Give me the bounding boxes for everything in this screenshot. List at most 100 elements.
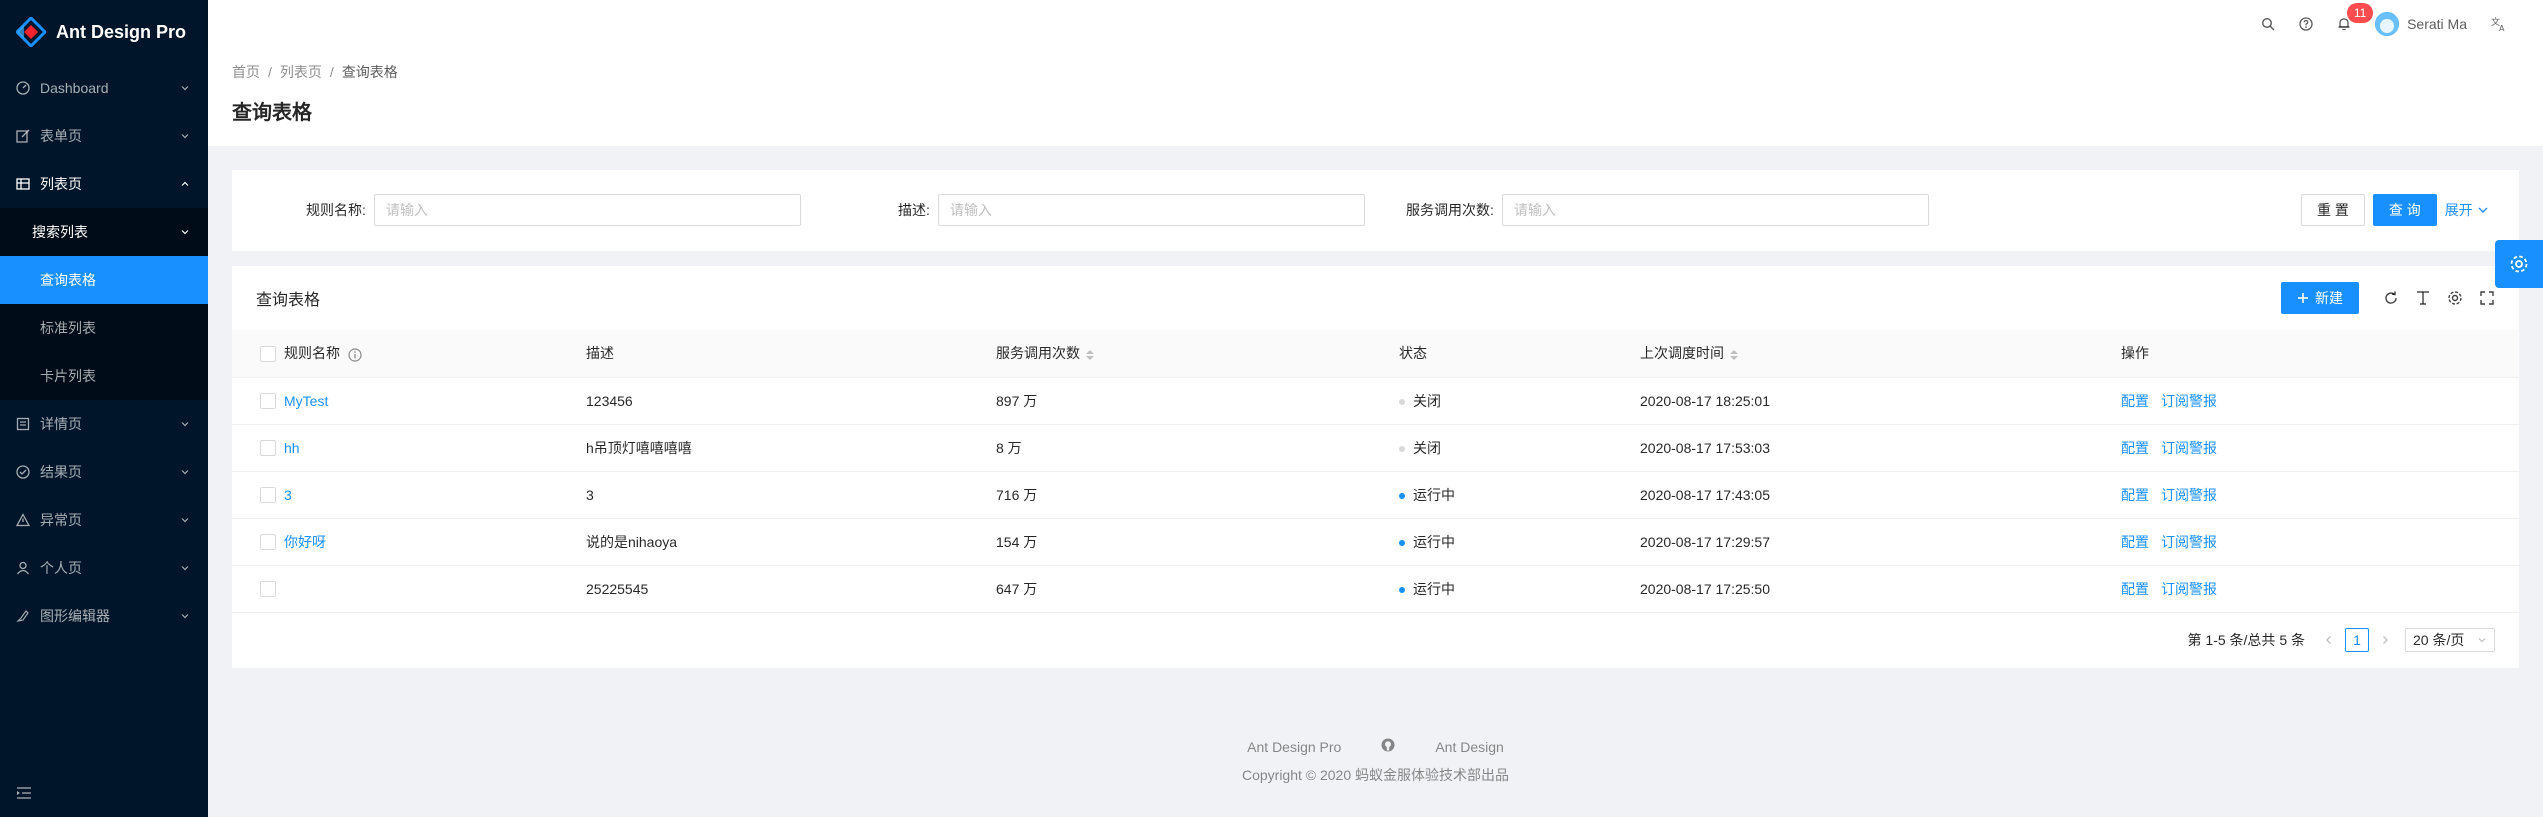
form-item-rule-name: 规则名称:	[306, 194, 801, 226]
footer-link-antd[interactable]: Ant Design	[1435, 739, 1503, 755]
page-size-select[interactable]: 20 条/页	[2405, 628, 2495, 652]
setting-icon[interactable]	[2447, 290, 2463, 306]
form-item-desc: 描述:	[898, 194, 1365, 226]
reset-button[interactable]: 重 置	[2301, 194, 2365, 226]
page-item-1[interactable]: 1	[2345, 628, 2369, 652]
header-language-button[interactable]: 文A	[2479, 0, 2519, 48]
sidebar-item-result[interactable]: 结果页	[0, 448, 208, 496]
call-count: 154 万	[988, 518, 1391, 566]
sidebar-item-profile[interactable]: 详情页	[0, 400, 208, 448]
rule-name-link[interactable]: 你好呀	[284, 534, 326, 550]
sort-icon[interactable]	[1730, 349, 1738, 360]
header-notice-button[interactable]: 11	[2325, 0, 2374, 48]
chevron-down-icon	[181, 614, 189, 619]
question-circle-icon	[2299, 17, 2313, 31]
sidebar-item-account[interactable]: 个人页	[0, 544, 208, 592]
config-link[interactable]: 配置	[2121, 534, 2149, 550]
config-link[interactable]: 配置	[2121, 440, 2149, 456]
next-page-button[interactable]	[2373, 628, 2397, 652]
config-link[interactable]: 配置	[2121, 487, 2149, 503]
expand-toggle[interactable]: 展开	[2445, 200, 2489, 220]
status-text: 运行中	[1413, 486, 1455, 503]
breadcrumb-item-home[interactable]: 首页	[232, 62, 260, 82]
menu-fold-icon[interactable]	[16, 785, 32, 801]
table-row: hh h吊顶灯嘻嘻嘻嘻 8 万 关闭 2020-08-17 17:53:03 配…	[232, 424, 2519, 472]
subscribe-alert-link[interactable]: 订阅警报	[2161, 393, 2217, 409]
row-checkbox[interactable]	[260, 581, 276, 598]
desc-input[interactable]	[937, 194, 1365, 226]
select-all-checkbox[interactable]	[260, 345, 276, 362]
chevron-down-icon	[2478, 207, 2488, 213]
ant-design-logo-icon	[14, 15, 48, 49]
config-link[interactable]: 配置	[2121, 393, 2149, 409]
global-header: 11 Serati Ma 文A	[208, 0, 2543, 48]
row-checkbox[interactable]	[260, 534, 276, 551]
new-button[interactable]: 新建	[2281, 282, 2359, 314]
row-checkbox[interactable]	[260, 487, 276, 504]
updated-at: 2020-08-17 17:25:50	[1632, 565, 2113, 613]
plus-icon	[2298, 293, 2308, 303]
sidebar-item-list[interactable]: 列表页	[0, 160, 208, 208]
status-cell: 运行中	[1391, 518, 1632, 566]
setting-icon	[2510, 255, 2528, 273]
rule-name-link[interactable]: hh	[284, 440, 300, 456]
status-text: 运行中	[1413, 580, 1455, 597]
subscribe-alert-link[interactable]: 订阅警报	[2161, 440, 2217, 456]
page-header: 首页 / 列表页 / 查询表格 查询表格	[208, 48, 2543, 146]
new-button-label: 新建	[2315, 290, 2343, 306]
subscribe-alert-link[interactable]: 订阅警报	[2161, 581, 2217, 597]
chevron-down-icon	[2478, 638, 2486, 643]
rule-name-input[interactable]	[373, 194, 801, 226]
sidebar-item-exception[interactable]: 异常页	[0, 496, 208, 544]
subscribe-alert-link[interactable]: 订阅警报	[2161, 487, 2217, 503]
rule-desc: 说的是nihaoya	[578, 518, 988, 566]
status-dot	[1399, 492, 1405, 499]
sidebar-item-table-list[interactable]: 查询表格	[0, 256, 208, 304]
subscribe-alert-link[interactable]: 订阅警报	[2161, 534, 2217, 550]
column-height-icon[interactable]	[2415, 290, 2431, 306]
rule-name-link[interactable]: 3	[284, 487, 292, 503]
column-header-updated-at[interactable]: 上次调度时间	[1632, 330, 2113, 378]
header-user-menu[interactable]: Serati Ma	[2363, 0, 2479, 48]
rule-name-link[interactable]: MyTest	[284, 393, 328, 409]
header-search-button[interactable]	[2249, 0, 2287, 48]
call-no-input[interactable]	[1501, 194, 1929, 226]
table-card: 查询表格 新建 规则名称 描述 服务调用次数 状态 上次调度时间 操作 MyTe…	[232, 266, 2519, 668]
form-item-call-no: 服务调用次数:	[1406, 194, 1929, 226]
sidebar-item-dashboard[interactable]: Dashboard	[0, 64, 208, 112]
sidebar-item-editor[interactable]: 图形编辑器	[0, 592, 208, 640]
fullscreen-icon[interactable]	[2479, 290, 2495, 306]
row-checkbox[interactable]	[260, 440, 276, 457]
pagination-total: 第 1-5 条/总共 5 条	[2187, 632, 2305, 648]
chevron-down-icon	[181, 566, 189, 571]
query-button[interactable]: 查 询	[2372, 194, 2437, 226]
breadcrumb-item-list[interactable]: 列表页	[280, 62, 322, 82]
row-checkbox[interactable]	[260, 393, 276, 410]
setting-drawer-handle[interactable]	[2495, 240, 2543, 288]
sidebar-item-label: 查询表格	[40, 272, 96, 288]
sidebar-item-card-list[interactable]: 卡片列表	[0, 352, 208, 400]
updated-at: 2020-08-17 17:43:05	[1632, 471, 2113, 519]
reload-icon[interactable]	[2383, 290, 2399, 306]
sidebar-item-label: 个人页	[40, 560, 82, 576]
table-row: 你好呀 说的是nihaoya 154 万 运行中 2020-08-17 17:2…	[232, 518, 2519, 566]
status-text: 关闭	[1413, 439, 1441, 456]
column-header-calls[interactable]: 服务调用次数	[988, 330, 1391, 378]
rule-name-label: 规则名称:	[306, 202, 366, 218]
sidebar-item-basic-list[interactable]: 标准列表	[0, 304, 208, 352]
rule-table: 规则名称 描述 服务调用次数 状态 上次调度时间 操作 MyTest 12345…	[232, 330, 2519, 613]
logo[interactable]: Ant Design Pro	[0, 0, 208, 64]
prev-page-button[interactable]	[2317, 628, 2341, 652]
github-icon[interactable]	[1381, 738, 1395, 755]
status-dot	[1399, 539, 1405, 546]
global-footer: Ant Design Pro Ant Design Copyright © 20…	[208, 738, 2543, 785]
footer-link-pro[interactable]: Ant Design Pro	[1247, 739, 1341, 755]
table-header-row: 规则名称 描述 服务调用次数 状态 上次调度时间 操作	[232, 330, 2519, 378]
chevron-down-icon	[181, 134, 189, 139]
header-help-button[interactable]	[2287, 0, 2325, 48]
sidebar-item-form[interactable]: 表单页	[0, 112, 208, 160]
config-link[interactable]: 配置	[2121, 581, 2149, 597]
sidebar-item-search-list[interactable]: 搜索列表	[0, 208, 208, 256]
rule-desc: 3	[578, 471, 988, 519]
sort-icon[interactable]	[1086, 349, 1094, 360]
